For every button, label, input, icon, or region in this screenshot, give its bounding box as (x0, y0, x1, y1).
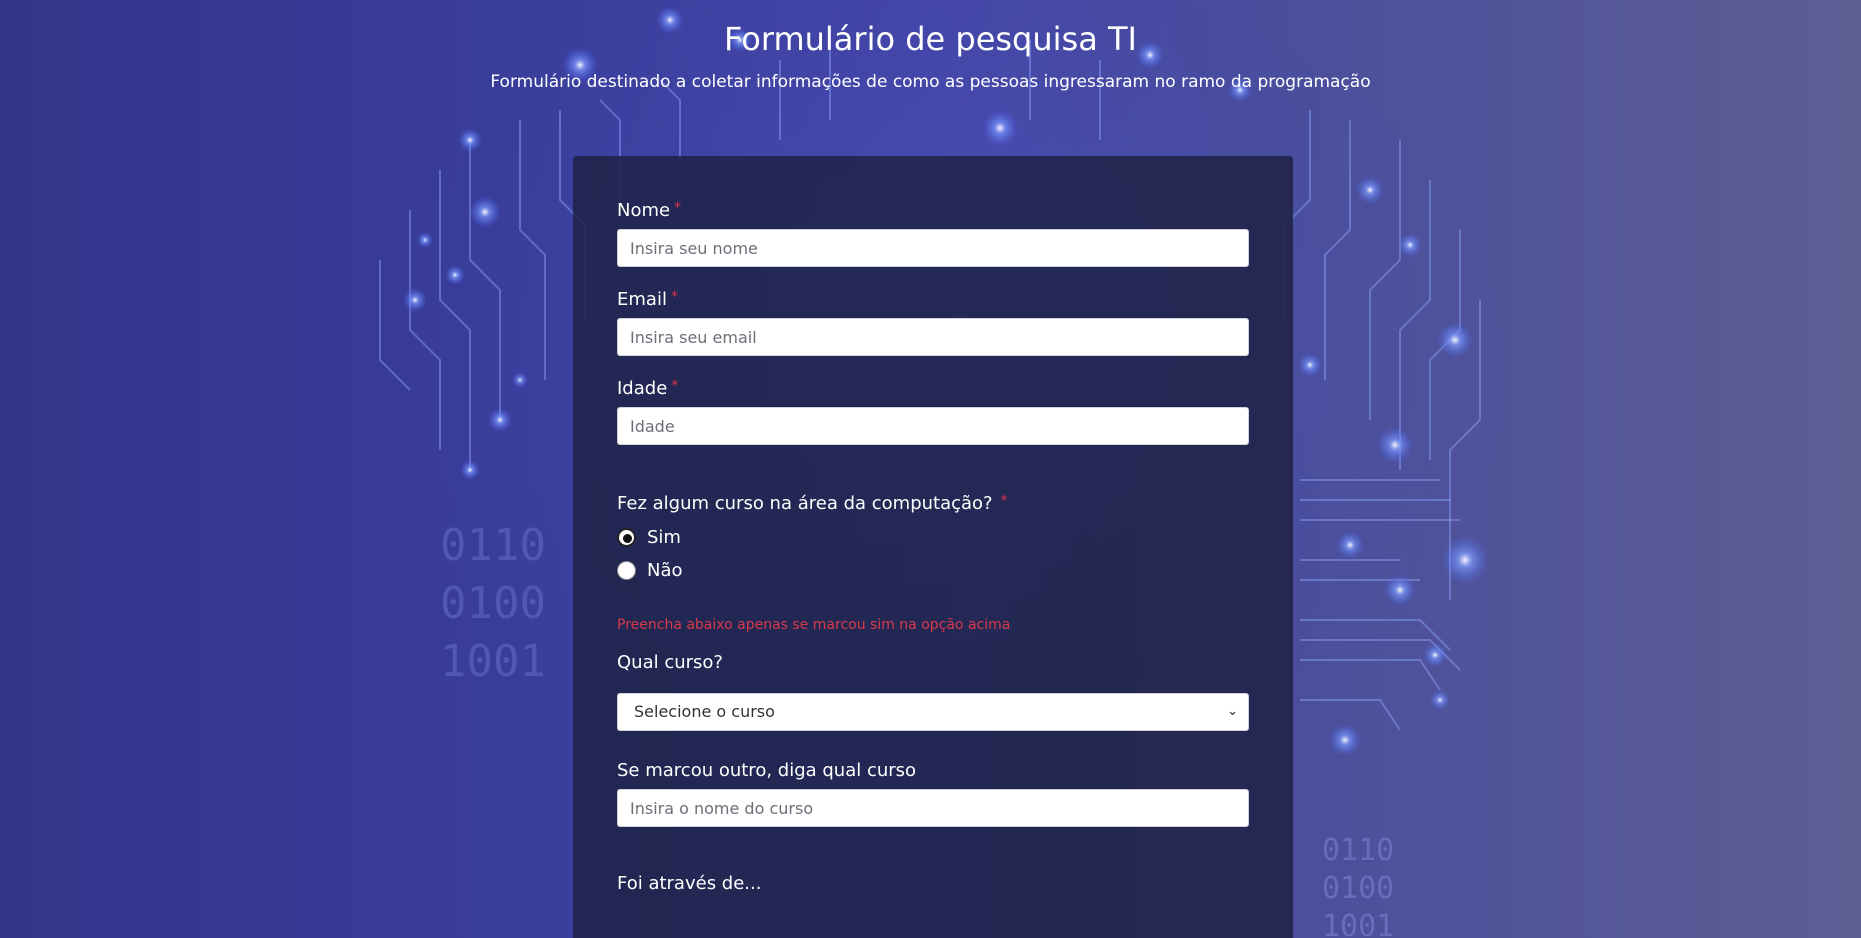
radio-nao-label: Não (647, 559, 683, 581)
outro-curso-input[interactable] (617, 789, 1249, 827)
outro-curso-label: Se marcou outro, diga qual curso (617, 760, 917, 781)
nome-label: Nome * (617, 200, 682, 221)
idade-group: Idade * (617, 378, 1249, 445)
email-group: Email * (617, 289, 1249, 356)
survey-form: Nome* Email* Idade* Fez algum curso na á… (573, 156, 1293, 938)
page-header: Formulário de pesquisa TI Formulário des… (0, 0, 1861, 92)
radio-nao-button[interactable] (617, 560, 636, 580)
idade-input[interactable] (617, 407, 1249, 445)
binary-right-row-3: 1001 (1322, 909, 1394, 938)
curso-select[interactable]: Selecione o curso ⌄ (617, 693, 1249, 731)
qual-curso-label: Qual curso? (617, 652, 723, 673)
conditional-note: Preencha abaixo apenas se marcou sim na … (617, 617, 1011, 633)
binary-right-row-1: 0110 (1322, 833, 1394, 868)
required-marker: * (674, 200, 682, 216)
idade-label: Idade * (617, 378, 679, 399)
required-marker: * (671, 378, 679, 394)
radio-sim-label: Sim (647, 526, 681, 548)
required-marker: * (670, 289, 678, 305)
curso-question-group: Fez algum curso na área da computação? * … (617, 493, 1249, 581)
nome-input[interactable] (617, 229, 1249, 267)
outro-curso-group: Se marcou outro, diga qual curso (617, 760, 1249, 827)
email-input[interactable] (617, 318, 1249, 356)
foi-atraves-group: Foi através de... (617, 873, 1249, 894)
page-subtitle: Formulário destinado a coletar informaçõ… (490, 72, 1371, 92)
radio-sim-button[interactable] (617, 527, 636, 547)
nome-group: Nome * (617, 200, 1249, 267)
radio-sim[interactable]: Sim (617, 526, 1249, 548)
page-title: Formulário de pesquisa TI (724, 20, 1137, 58)
qual-curso-group: Qual curso? Selecione o curso ⌄ (617, 652, 1249, 731)
binary-left-row-2: 0100 (440, 578, 546, 629)
required-marker: * (1000, 493, 1008, 509)
curso-select-value: Selecione o curso (634, 702, 775, 721)
email-label: Email * (617, 289, 678, 310)
binary-left-row-3: 1001 (440, 636, 546, 687)
binary-left-row-1: 0110 (440, 520, 546, 571)
radio-nao[interactable]: Não (617, 559, 1249, 581)
chevron-down-icon: ⌄ (1227, 704, 1238, 719)
binary-right-row-2: 0100 (1322, 871, 1394, 906)
curso-question-label: Fez algum curso na área da computação? * (617, 493, 1008, 514)
foi-atraves-label: Foi através de... (617, 873, 762, 894)
